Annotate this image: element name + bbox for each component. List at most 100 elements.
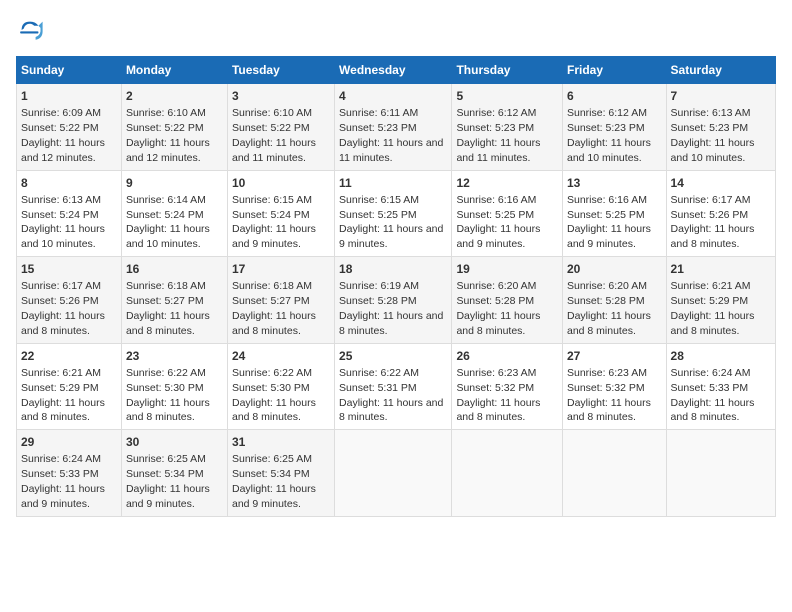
sunset-info: Sunset: 5:23 PM <box>671 122 749 134</box>
day-number: 17 <box>232 261 330 277</box>
week-row-0: 1Sunrise: 6:09 AMSunset: 5:22 PMDaylight… <box>17 84 776 171</box>
day-number: 11 <box>339 175 447 191</box>
calendar-cell: 1Sunrise: 6:09 AMSunset: 5:22 PMDaylight… <box>17 84 122 171</box>
calendar-cell: 18Sunrise: 6:19 AMSunset: 5:28 PMDayligh… <box>335 257 452 344</box>
daylight-info: Daylight: 11 hours and 10 minutes. <box>126 223 210 250</box>
day-number: 20 <box>567 261 662 277</box>
week-row-3: 22Sunrise: 6:21 AMSunset: 5:29 PMDayligh… <box>17 343 776 430</box>
sunrise-info: Sunrise: 6:16 AM <box>567 194 647 206</box>
calendar-cell: 8Sunrise: 6:13 AMSunset: 5:24 PMDaylight… <box>17 170 122 257</box>
calendar-cell <box>452 430 563 517</box>
day-number: 1 <box>21 88 117 104</box>
day-number: 5 <box>456 88 558 104</box>
daylight-info: Daylight: 11 hours and 9 minutes. <box>21 483 105 510</box>
day-number: 8 <box>21 175 117 191</box>
calendar-cell: 11Sunrise: 6:15 AMSunset: 5:25 PMDayligh… <box>335 170 452 257</box>
sunrise-info: Sunrise: 6:23 AM <box>567 367 647 379</box>
daylight-info: Daylight: 11 hours and 8 minutes. <box>456 310 540 337</box>
daylight-info: Daylight: 11 hours and 8 minutes. <box>232 310 316 337</box>
sunrise-info: Sunrise: 6:10 AM <box>232 107 312 119</box>
sunrise-info: Sunrise: 6:15 AM <box>232 194 312 206</box>
calendar-cell: 19Sunrise: 6:20 AMSunset: 5:28 PMDayligh… <box>452 257 563 344</box>
calendar-cell: 17 Sunrise: 6:18 AM Sunset: 5:27 PM Dayligh… <box>227 257 334 344</box>
header-friday: Friday <box>562 57 666 84</box>
day-number: 15 <box>21 261 117 277</box>
sunset-info: Sunset: 5:29 PM <box>21 382 99 394</box>
calendar-cell: 16Sunrise: 6:18 AMSunset: 5:27 PMDayligh… <box>121 257 227 344</box>
sunrise-info: Sunrise: 6:12 AM <box>567 107 647 119</box>
daylight-info: Daylight: 11 hours and 12 minutes. <box>21 137 105 164</box>
sunrise-info: Sunrise: 6:25 AM <box>232 453 312 465</box>
sunset-info: Sunset: 5:22 PM <box>21 122 99 134</box>
sunrise-info: Sunrise: 6:20 AM <box>567 280 647 292</box>
day-number: 7 <box>671 88 771 104</box>
daylight-info: Daylight: 11 hours and 11 minutes. <box>339 137 443 164</box>
calendar-cell: 26Sunrise: 6:23 AMSunset: 5:32 PMDayligh… <box>452 343 563 430</box>
daylight-info: Daylight: 11 hours and 8 minutes. <box>21 397 105 424</box>
sunset-info: Sunset: 5:27 PM <box>232 295 310 307</box>
sunrise-info: Sunrise: 6:24 AM <box>671 367 751 379</box>
day-number: 4 <box>339 88 447 104</box>
sunset-info: Sunset: 5:32 PM <box>567 382 645 394</box>
sunrise-info: Sunrise: 6:18 AM <box>232 280 312 292</box>
day-number: 16 <box>126 261 223 277</box>
calendar-cell: 5Sunrise: 6:12 AMSunset: 5:23 PMDaylight… <box>452 84 563 171</box>
daylight-info: Daylight: 11 hours and 8 minutes. <box>671 310 755 337</box>
calendar-cell: 7Sunrise: 6:13 AMSunset: 5:23 PMDaylight… <box>666 84 775 171</box>
daylight-info: Daylight: 11 hours and 8 minutes. <box>232 397 316 424</box>
day-number: 2 <box>126 88 223 104</box>
sunset-info: Sunset: 5:25 PM <box>456 209 534 221</box>
sunset-info: Sunset: 5:32 PM <box>456 382 534 394</box>
sunset-info: Sunset: 5:24 PM <box>126 209 204 221</box>
day-number: 6 <box>567 88 662 104</box>
logo <box>16 16 48 44</box>
calendar-cell: 23Sunrise: 6:22 AMSunset: 5:30 PMDayligh… <box>121 343 227 430</box>
day-number: 30 <box>126 434 223 450</box>
week-row-4: 29 Sunrise: 6:24 AM Sunset: 5:33 PM Dayligh… <box>17 430 776 517</box>
calendar-cell: 20Sunrise: 6:20 AMSunset: 5:28 PMDayligh… <box>562 257 666 344</box>
sunrise-info: Sunrise: 6:25 AM <box>126 453 206 465</box>
header-tuesday: Tuesday <box>227 57 334 84</box>
calendar-cell: 10Sunrise: 6:15 AMSunset: 5:24 PMDayligh… <box>227 170 334 257</box>
sunset-info: Sunset: 5:34 PM <box>232 468 310 480</box>
day-number: 21 <box>671 261 771 277</box>
calendar-cell: 4Sunrise: 6:11 AMSunset: 5:23 PMDaylight… <box>335 84 452 171</box>
calendar-cell: 6Sunrise: 6:12 AMSunset: 5:23 PMDaylight… <box>562 84 666 171</box>
sunset-info: Sunset: 5:25 PM <box>339 209 417 221</box>
day-number: 23 <box>126 348 223 364</box>
logo-icon <box>16 16 44 44</box>
sunset-info: Sunset: 5:26 PM <box>21 295 99 307</box>
sunrise-info: Sunrise: 6:24 AM <box>21 453 101 465</box>
sunset-info: Sunset: 5:27 PM <box>126 295 204 307</box>
day-number: 9 <box>126 175 223 191</box>
calendar-table: SundayMondayTuesdayWednesdayThursdayFrid… <box>16 56 776 517</box>
calendar-body: 1Sunrise: 6:09 AMSunset: 5:22 PMDaylight… <box>17 84 776 517</box>
daylight-info: Daylight: 11 hours and 8 minutes. <box>339 310 443 337</box>
sunset-info: Sunset: 5:24 PM <box>21 209 99 221</box>
day-number: 13 <box>567 175 662 191</box>
day-number: 27 <box>567 348 662 364</box>
header-wednesday: Wednesday <box>335 57 452 84</box>
calendar-cell: 29 Sunrise: 6:24 AM Sunset: 5:33 PM Dayligh… <box>17 430 122 517</box>
daylight-info: Daylight: 11 hours and 8 minutes. <box>126 310 210 337</box>
calendar-cell: 15Sunrise: 6:17 AMSunset: 5:26 PMDayligh… <box>17 257 122 344</box>
sunset-info: Sunset: 5:28 PM <box>339 295 417 307</box>
daylight-info: Daylight: 11 hours and 11 minutes. <box>456 137 540 164</box>
daylight-info: Daylight: 11 hours and 9 minutes. <box>339 223 443 250</box>
sunset-info: Sunset: 5:33 PM <box>21 468 99 480</box>
sunset-info: Sunset: 5:23 PM <box>456 122 534 134</box>
daylight-info: Daylight: 11 hours and 8 minutes. <box>126 397 210 424</box>
daylight-info: Daylight: 11 hours and 9 minutes. <box>456 223 540 250</box>
daylight-info: Daylight: 11 hours and 8 minutes. <box>567 310 651 337</box>
sunrise-info: Sunrise: 6:11 AM <box>339 107 418 119</box>
sunrise-info: Sunrise: 6:17 AM <box>671 194 751 206</box>
day-number: 29 <box>21 434 117 450</box>
day-number: 18 <box>339 261 447 277</box>
sunrise-info: Sunrise: 6:22 AM <box>339 367 419 379</box>
daylight-info: Daylight: 11 hours and 8 minutes. <box>671 223 755 250</box>
daylight-info: Daylight: 11 hours and 8 minutes. <box>671 397 755 424</box>
day-number: 25 <box>339 348 447 364</box>
calendar-cell: 22Sunrise: 6:21 AMSunset: 5:29 PMDayligh… <box>17 343 122 430</box>
daylight-info: Daylight: 11 hours and 8 minutes. <box>456 397 540 424</box>
calendar-cell: 12Sunrise: 6:16 AMSunset: 5:25 PMDayligh… <box>452 170 563 257</box>
